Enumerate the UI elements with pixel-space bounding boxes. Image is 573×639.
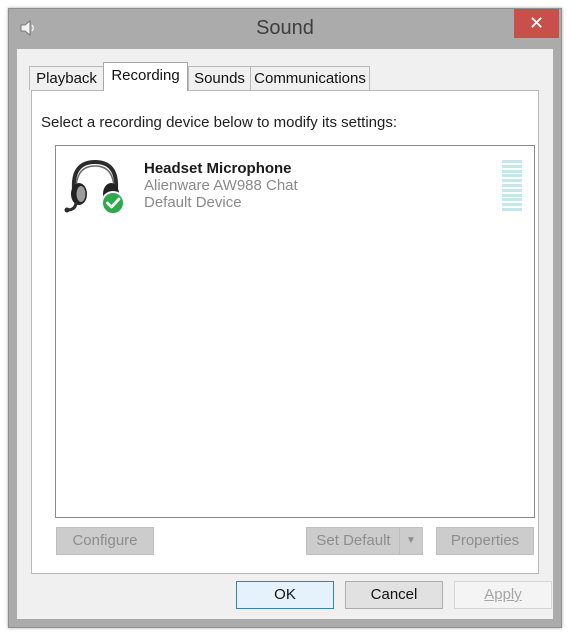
level-meter — [502, 160, 522, 214]
configure-button[interactable]: Configure — [56, 527, 154, 555]
recording-device-list[interactable]: Headset Microphone Alienware AW988 Chat … — [55, 145, 535, 518]
level-meter-segment — [502, 183, 522, 187]
level-meter-segment — [502, 193, 522, 197]
level-meter-segment — [502, 164, 522, 168]
level-meter-segment — [502, 179, 522, 183]
headset-icon — [64, 159, 125, 215]
level-meter-segment — [502, 198, 522, 202]
level-meter-segment — [502, 203, 522, 207]
instruction-text: Select a recording device below to modif… — [41, 114, 398, 131]
ok-button[interactable]: OK — [236, 581, 334, 609]
set-default-label: Set Default — [316, 532, 391, 549]
tab-communications[interactable]: Communications — [250, 66, 370, 90]
level-meter-segment — [502, 160, 522, 163]
tab-sounds[interactable]: Sounds — [188, 66, 251, 90]
level-meter-segment — [502, 207, 522, 211]
level-meter-segment — [502, 188, 522, 192]
title-bar[interactable]: Sound ✕ — [9, 9, 561, 49]
device-name: Headset Microphone — [144, 160, 292, 177]
tab-recording[interactable]: Recording — [103, 62, 188, 91]
level-meter-segment — [502, 169, 522, 173]
list-item[interactable]: Headset Microphone Alienware AW988 Chat … — [60, 150, 530, 220]
window-title: Sound — [256, 17, 314, 39]
device-status: Default Device — [144, 194, 242, 211]
close-icon: ✕ — [528, 13, 545, 33]
level-meter-segment — [502, 174, 522, 178]
default-check-icon — [101, 191, 125, 215]
tab-playback[interactable]: Playback — [29, 66, 104, 90]
dialog-client-area: Playback Recording Sounds Communications… — [17, 49, 553, 619]
chevron-down-icon[interactable]: ▼ — [399, 528, 422, 554]
sound-dialog: Sound ✕ Playback Recording Sounds Commun… — [8, 8, 562, 628]
properties-button[interactable]: Properties — [436, 527, 534, 555]
device-description: Alienware AW988 Chat — [144, 177, 298, 194]
set-default-button[interactable]: Set Default ▼ — [306, 527, 423, 555]
close-button[interactable]: ✕ — [514, 9, 559, 38]
apply-button[interactable]: Apply — [454, 581, 552, 609]
cancel-button[interactable]: Cancel — [345, 581, 443, 609]
